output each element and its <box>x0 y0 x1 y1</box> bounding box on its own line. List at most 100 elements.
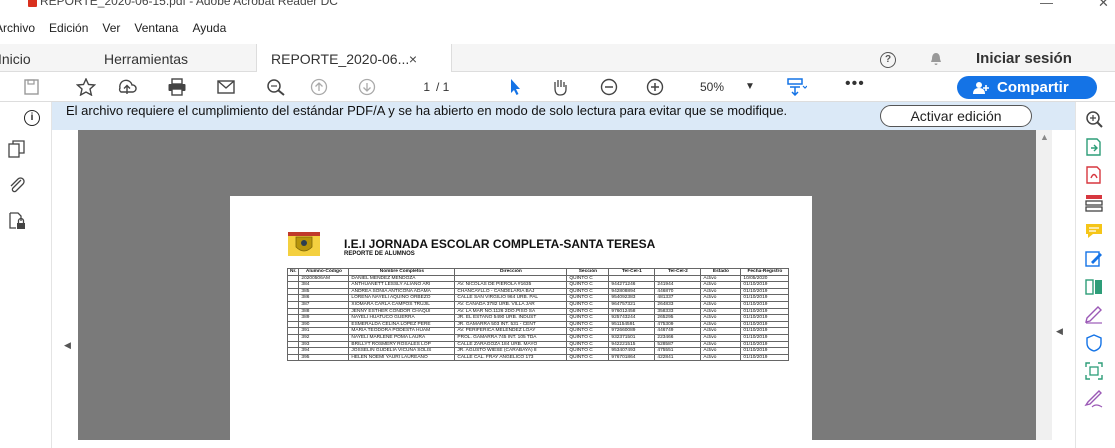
signin-link[interactable]: Iniciar sesión <box>976 44 1072 74</box>
table-cell: 944271246 <box>608 281 656 289</box>
table-row: 389 NAYELI HUATUCO GUERRA JR. EL ESTAÑO 54… <box>286 314 790 322</box>
share-button[interactable]: Compartir <box>957 76 1097 99</box>
table-cell: 01/10/2019 <box>740 353 790 362</box>
table-cell: 388 <box>298 307 350 316</box>
table-cell <box>286 327 300 335</box>
collapse-left-pane-icon[interactable]: ◀ <box>64 340 71 351</box>
page-up-icon[interactable] <box>309 78 329 96</box>
table-cell: JR. EL ESTAÑO 5490 URB. INDUST <box>454 314 568 322</box>
zoom-search-icon[interactable] <box>266 78 286 96</box>
table-cell: 01/10/2019 <box>740 333 790 342</box>
create-pdf-icon[interactable] <box>1084 166 1104 184</box>
fill-sign-icon[interactable] <box>1084 306 1104 324</box>
close-window-button[interactable]: ✕ <box>1098 0 1109 11</box>
table-cell: NAYELI MARLENE POMA LAURA <box>348 333 456 342</box>
fit-page-icon[interactable] <box>787 78 807 96</box>
protect-icon[interactable] <box>1084 334 1104 352</box>
table-cell: MARIA TEODORA PODESTA HUAM <box>348 327 456 335</box>
table-cell: 01/10/2019 <box>740 294 790 302</box>
help-icon[interactable]: ? <box>880 52 896 68</box>
organize-pages-icon[interactable] <box>1084 194 1104 212</box>
scroll-up-icon[interactable]: ▲ <box>1040 132 1049 142</box>
menu-archivo[interactable]: Archivo <box>0 20 35 36</box>
select-pointer-icon[interactable] <box>505 78 525 96</box>
page-down-icon[interactable] <box>357 78 377 96</box>
table-cell: 446870 <box>654 287 702 296</box>
info-icon: i <box>24 110 40 126</box>
table-cell <box>654 274 702 283</box>
table-row: 394 JOSSELIN GUDELIA VICUÑA SOLIS JR. AGUS… <box>286 347 790 355</box>
menu-ventana[interactable]: Ventana <box>134 20 178 36</box>
table-cell: Activo <box>700 294 742 302</box>
table-cell: CALLE SAN VIRGILIO 964 URB. PAL <box>454 294 568 302</box>
table-cell: 385 <box>298 287 350 296</box>
compare-icon[interactable] <box>1084 278 1104 296</box>
table-cell: AV. NICOLAS DE PIEROLA #1635 <box>454 281 568 289</box>
print-icon[interactable] <box>167 78 187 96</box>
table-cell: QUINTO C <box>566 320 610 329</box>
table-cell: 389 <box>298 314 350 322</box>
tab-home[interactable]: Inicio <box>0 44 31 72</box>
zoom-in-icon[interactable] <box>645 78 665 96</box>
page-number-input[interactable]: 1 <box>402 77 430 97</box>
table-cell: QUINTO C <box>566 333 610 342</box>
table-cell <box>286 320 300 329</box>
hand-tool-icon[interactable] <box>550 78 570 96</box>
zoom-dropdown-icon[interactable]: ▼ <box>745 77 755 97</box>
zoom-out-icon[interactable] <box>599 78 619 96</box>
comment-icon[interactable] <box>1084 222 1104 240</box>
table-cell: JR. AGUSTO WIESE (CARABAYA) 8 <box>454 347 568 355</box>
table-cell: ESMERALDA CELINA LOPEZ PERE <box>348 320 456 329</box>
table-cell: CALLE CAL. FRAY ANGELICO 173 <box>454 353 568 362</box>
zoom-level[interactable]: 50% <box>700 77 724 97</box>
attachments-icon[interactable] <box>8 176 26 194</box>
table-cell: QUINTO C <box>566 287 610 296</box>
table-row: 388 JENNY ESTHER CONDOR CHAQUI AV. LA MAR … <box>286 307 790 316</box>
menu-ver[interactable]: Ver <box>102 20 120 36</box>
bookmark-star-icon[interactable] <box>76 78 96 96</box>
export-pdf-icon[interactable] <box>1084 138 1104 156</box>
minimize-button[interactable]: — <box>1040 0 1053 10</box>
acrobat-window: REPORTE_2020-06-15.pdf - Adobe Acrobat R… <box>0 0 1115 448</box>
table-cell: QUINTO C <box>566 347 610 355</box>
table-cell: 942221515 <box>608 340 656 349</box>
tab-tools[interactable]: Herramientas <box>104 44 188 72</box>
table-cell: Activo <box>700 314 742 322</box>
table-cell: 394 <box>298 347 350 355</box>
school-name-heading: I.E.I JORNADA ESCOLAR COMPLETA-SANTA TER… <box>344 237 656 251</box>
table-cell: BRILLYT ROSMERY ROSALES LOP <box>348 340 456 349</box>
collapse-right-pane-icon[interactable]: ◀ <box>1056 326 1063 337</box>
table-cell: AV. LA MAR NO.1126 2DO.PISO SA <box>454 307 568 316</box>
vertical-scrollbar[interactable]: ▲ <box>1036 130 1052 440</box>
table-row: 386 LORENA NAYELI AQUINO ORBEZO CALLE SAN … <box>286 294 790 302</box>
table-cell <box>286 307 300 316</box>
zoom-tool-icon[interactable] <box>1084 110 1104 128</box>
column-header: Nr. <box>286 268 300 276</box>
students-table-body: 20200506AM DANIEL MENDEZ MENDOZA QUINTO CA… <box>286 274 790 362</box>
email-icon[interactable] <box>216 78 236 96</box>
menu-edicion[interactable]: Edición <box>49 20 88 36</box>
bell-icon[interactable] <box>930 52 942 66</box>
table-cell <box>286 314 300 322</box>
upload-icon[interactable] <box>117 78 137 96</box>
page-thumbnails-icon[interactable] <box>8 140 26 158</box>
save-icon[interactable] <box>22 78 42 96</box>
table-cell <box>286 281 300 289</box>
document-lock-icon[interactable] <box>8 212 26 230</box>
table-cell: 475309 <box>654 320 702 329</box>
scan-icon[interactable] <box>1084 362 1104 380</box>
sign-icon[interactable] <box>1084 390 1104 408</box>
table-cell: 390 <box>298 320 350 329</box>
table-cell: AV. CANADA 3782 URB. VILLA JAR <box>454 300 568 309</box>
tab-document[interactable]: REPORTE_2020-06... × <box>256 44 452 72</box>
table-cell: JOSSELIN GUDELIA VICUÑA SOLIS <box>348 347 456 355</box>
table-cell: Activo <box>700 333 742 342</box>
menu-ayuda[interactable]: Ayuda <box>192 20 226 36</box>
edit-pdf-icon[interactable] <box>1084 250 1104 268</box>
table-cell: Activo <box>700 340 742 349</box>
table-cell: PROL. GAMARRA 745 INT. 105 TDA <box>454 333 568 342</box>
right-tools-pane <box>1075 102 1115 448</box>
more-tools-button[interactable]: ••• <box>845 75 865 93</box>
tab-close-icon[interactable]: × <box>409 44 417 74</box>
enable-editing-button[interactable]: Activar edición <box>880 105 1032 127</box>
